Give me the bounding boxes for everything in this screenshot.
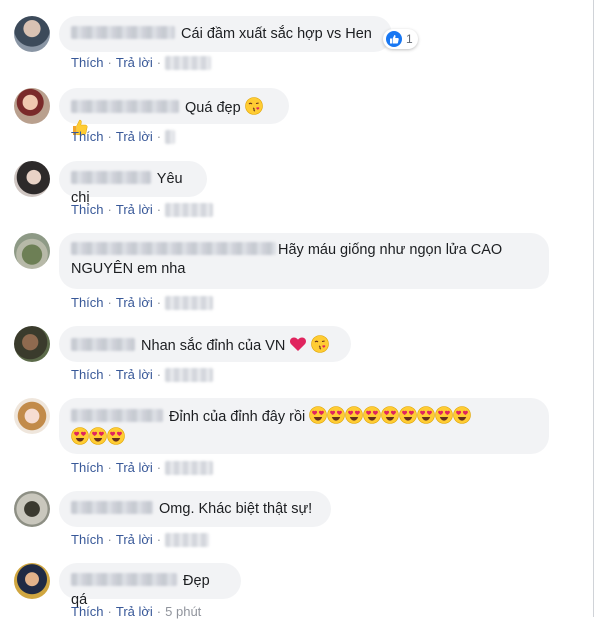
comment-bubble: Nhan sắc đỉnh của VN (59, 326, 351, 362)
heart-eyes-emoji-row (309, 406, 472, 425)
avatar[interactable] (14, 161, 50, 197)
redacted-author-name[interactable] (71, 100, 179, 113)
redacted-author-name[interactable] (71, 26, 175, 39)
comment-text: Cái đầm xuất sắc hợp vs Hen (181, 26, 372, 42)
like-link[interactable]: Thích (71, 129, 104, 144)
comment-text: Đỉnh của đỉnh đây rồi (169, 409, 306, 425)
heart-eyes-emoji (453, 406, 472, 424)
like-link[interactable]: Thích (71, 460, 104, 475)
comment-text: Nhan sắc đỉnh của VN (141, 338, 286, 354)
heart-eyes-emoji (71, 427, 89, 445)
comment-bubble: Đỉnh của đỉnh đây rồi (59, 398, 549, 454)
redacted-timestamp (165, 295, 214, 310)
comment-actions: Thích · Trả lời · (71, 531, 210, 547)
comment-text: Omg. Khác biệt thật sự! (159, 501, 313, 517)
redacted-author-name[interactable] (71, 409, 163, 422)
redacted-author-name[interactable] (71, 501, 153, 514)
comment-actions: Thích · Trả lời · (71, 54, 212, 70)
comment-text-line-1: Hãy máu giống như ngọn lửa CAO (278, 242, 503, 258)
like-link[interactable]: Thích (71, 55, 104, 70)
like-link[interactable]: Thích (71, 532, 104, 547)
heart-eyes-emoji (417, 406, 436, 424)
reply-link[interactable]: Trả lời (116, 129, 153, 144)
redacted-author-name[interactable] (71, 171, 151, 184)
comment-actions: Thích · Trả lời · (71, 128, 176, 144)
heart-eyes-emoji (309, 406, 328, 424)
comment-actions: Thích · Trả lời · (71, 201, 214, 217)
comment-text-line-2: NGUYÊN em nha (71, 261, 186, 277)
heart-eyes-emoji (399, 406, 418, 424)
kiss-face-emoji (244, 97, 263, 115)
reply-link[interactable]: Trả lời (116, 367, 153, 382)
reaction-summary[interactable]: 1 (383, 29, 418, 49)
reply-link[interactable]: Trả lời (116, 202, 153, 217)
comment-bubble: Yêu chị (59, 161, 207, 206)
redacted-author-name[interactable] (71, 338, 135, 351)
heart-eyes-emoji-row-2 (71, 427, 537, 448)
like-icon (386, 31, 402, 47)
comment-bubble: Đẹp qá (59, 563, 241, 608)
heart-eyes-emoji (435, 406, 454, 424)
reply-link[interactable]: Trả lời (116, 295, 153, 310)
comment-text: Quá đẹp (185, 100, 241, 116)
avatar[interactable] (14, 398, 50, 434)
heart-eyes-emoji (327, 406, 346, 424)
comment-bubble: Cái đầm xuất sắc hợp vs Hen (59, 16, 392, 52)
avatar[interactable] (14, 88, 50, 124)
avatar[interactable] (14, 326, 50, 362)
heart-eyes-emoji (345, 406, 364, 424)
like-link[interactable]: Thích (71, 295, 104, 310)
avatar[interactable] (14, 491, 50, 527)
redacted-timestamp (165, 129, 176, 144)
reply-link[interactable]: Trả lời (116, 460, 153, 475)
comment-actions: Thích · Trả lời · (71, 294, 214, 310)
reaction-count: 1 (406, 32, 413, 46)
redacted-timestamp (165, 55, 212, 70)
comment-bubble: Quá đẹp (59, 88, 289, 136)
heart-eyes-emoji (107, 427, 125, 445)
like-link[interactable]: Thích (71, 367, 104, 382)
comment-bubble: Hãy máu giống như ngọn lửa CAO NGUYÊN em… (59, 233, 549, 289)
comments-panel: Cái đầm xuất sắc hợp vs Hen 1 Thích · Trả … (0, 0, 594, 619)
reply-link[interactable]: Trả lời (116, 532, 153, 547)
kiss-face-emoji (311, 335, 330, 353)
avatar[interactable] (14, 563, 50, 599)
redacted-timestamp (165, 532, 210, 547)
redacted-timestamp (165, 202, 214, 217)
redacted-author-name[interactable] (71, 573, 177, 586)
comment-actions: Thích · Trả lời · (71, 366, 214, 382)
like-link[interactable]: Thích (71, 202, 104, 217)
reply-link[interactable]: Trả lời (116, 55, 153, 70)
redacted-timestamp (165, 460, 214, 475)
comment-bubble: Omg. Khác biệt thật sự! (59, 491, 331, 527)
comment-actions: Thích · Trả lời · (71, 459, 214, 475)
redacted-author-name[interactable] (71, 242, 276, 255)
redacted-timestamp (165, 367, 214, 382)
avatar[interactable] (14, 16, 50, 52)
avatar[interactable] (14, 233, 50, 269)
heart-eyes-emoji (381, 406, 400, 424)
heart-eyes-emoji (89, 427, 107, 445)
heart-eyes-emoji (363, 406, 382, 424)
red-heart-emoji (290, 337, 307, 351)
